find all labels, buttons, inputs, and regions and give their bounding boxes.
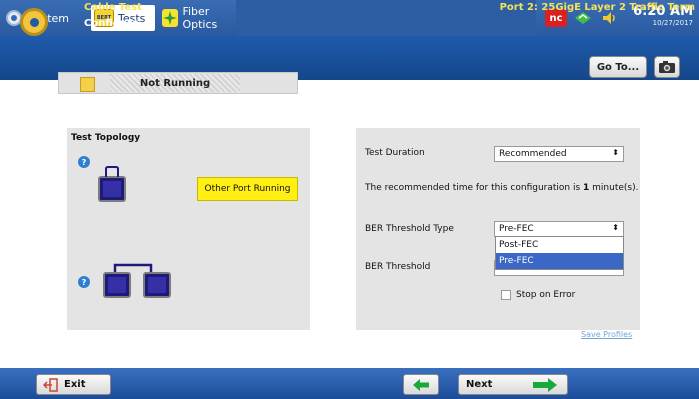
device-handle-icon [105, 166, 119, 177]
tab-fiber-optics-label: Fiber Optics [182, 5, 218, 31]
next-label: Next [466, 379, 493, 390]
duration-label: Test Duration [365, 148, 425, 158]
arrow-right-icon [533, 377, 558, 392]
port-label: Port 2: 25GigE Layer 2 Traffic Term [499, 2, 695, 13]
other-port-running-badge: Other Port Running [197, 177, 298, 201]
camera-icon [659, 61, 675, 73]
tab-fiber-optics[interactable]: Fiber Optics [162, 5, 236, 31]
settings-gear-icon [20, 8, 48, 36]
help-icon[interactable]: ? [78, 156, 90, 168]
recommend-suffix: minute(s). [589, 183, 639, 193]
page-subtitle: Configure [84, 18, 139, 29]
goto-button[interactable]: Go To... [589, 56, 647, 78]
arrow-left-icon [413, 378, 429, 391]
stop-on-error-checkbox[interactable] [501, 290, 511, 300]
duration-select-value: Recommended [499, 149, 567, 159]
ber-type-option-pre-fec[interactable]: Pre-FEC [496, 253, 623, 269]
recommend-text: The recommended time for this configurat… [365, 183, 638, 193]
run-indicator-icon [80, 77, 95, 92]
chevron-updown-icon: ⬍ [612, 148, 619, 157]
back-button[interactable] [403, 374, 439, 395]
topology-title: Test Topology [71, 133, 141, 143]
ber-type-select[interactable]: Pre-FEC ⬍ [494, 221, 624, 237]
exit-icon [43, 377, 58, 392]
exit-button[interactable]: Exit [36, 374, 111, 395]
ber-type-option-post-fec[interactable]: Post-FEC [496, 237, 623, 253]
stop-on-error-label: Stop on Error [516, 290, 576, 300]
duration-select[interactable]: Recommended ⬍ [494, 146, 624, 162]
fiber-star-icon [162, 9, 179, 27]
clock-date: 10/27/2017 [652, 19, 693, 27]
chevron-updown-icon-2: ⬍ [612, 223, 619, 232]
run-status-label: Not Running [110, 74, 240, 92]
exit-label: Exit [64, 379, 86, 390]
single-device-icon [98, 176, 126, 202]
ber-threshold-label: BER Threshold [365, 262, 431, 272]
device-b-icon [143, 272, 171, 298]
ber-type-select-value: Pre-FEC [499, 224, 534, 234]
save-profiles-link[interactable]: Save Profiles [581, 330, 632, 339]
stop-on-error[interactable]: Stop on Error [501, 290, 575, 300]
camera-button[interactable] [654, 56, 680, 78]
page-title: Cable Test [84, 2, 142, 13]
ber-type-dropdown: Post-FEC Pre-FEC [495, 236, 624, 270]
network-badge-text: nc [549, 12, 563, 24]
ber-type-label: BER Threshold Type [365, 224, 454, 234]
device-a-icon [103, 272, 131, 298]
recommend-prefix: The recommended time for this configurat… [365, 183, 584, 193]
next-button[interactable]: Next [458, 374, 568, 395]
topology-panel [67, 128, 310, 330]
help-icon-2[interactable]: ? [78, 276, 90, 288]
taskbar-spacer [236, 0, 536, 36]
